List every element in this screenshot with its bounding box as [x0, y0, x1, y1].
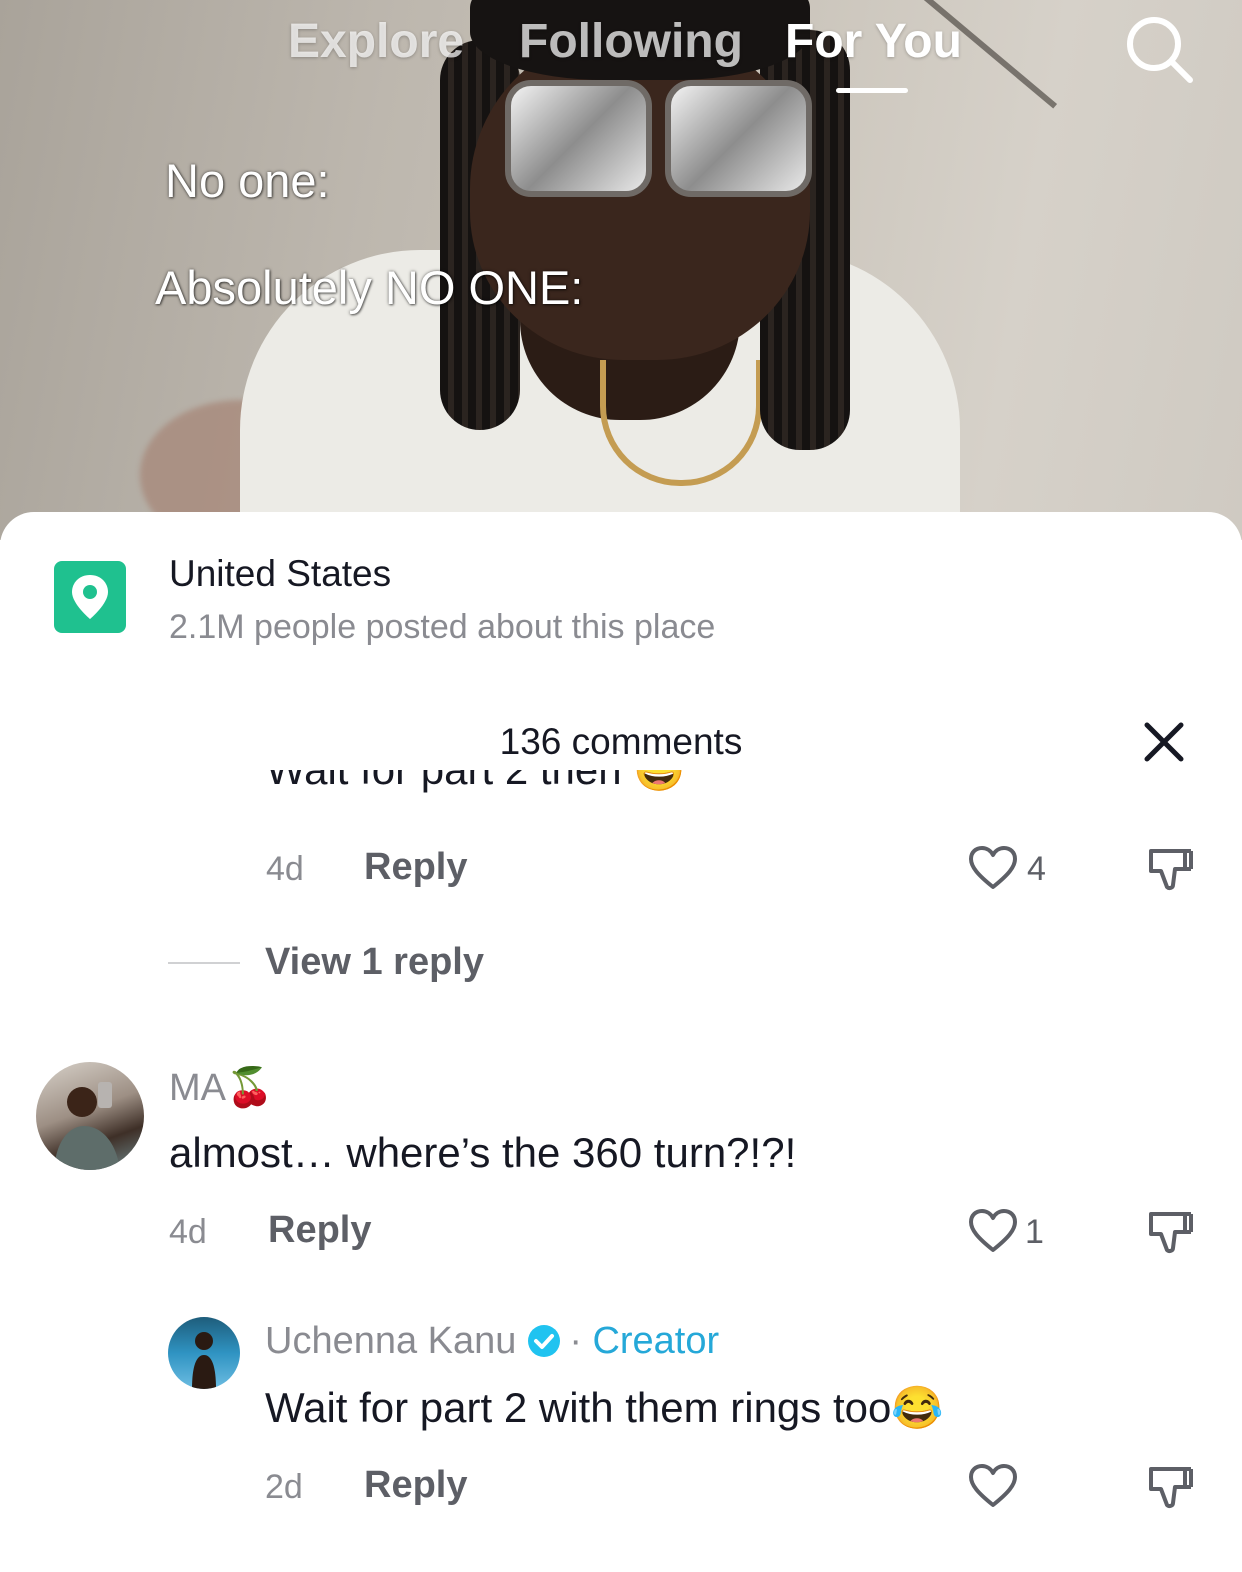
heart-icon[interactable]	[968, 1208, 1018, 1256]
comment-text: almost… where’s the 360 turn?!?!	[169, 1129, 797, 1176]
caption-line-1: No one:	[165, 154, 330, 207]
dislike-icon[interactable]	[1147, 845, 1195, 893]
cherry-emoji: 🍒	[226, 1067, 274, 1109]
like-count: 1	[1025, 1213, 1044, 1251]
close-icon[interactable]	[1143, 721, 1185, 763]
like-count: 4	[1027, 850, 1046, 888]
view-replies-button[interactable]: View 1 reply	[265, 941, 484, 984]
separator-dot: ·	[569, 1320, 582, 1362]
comment-time: 4d	[169, 1213, 207, 1251]
reply-username[interactable]: Uchenna Kanu	[265, 1320, 516, 1362]
dislike-icon[interactable]	[1147, 1208, 1195, 1256]
reply-button[interactable]: Reply	[364, 1464, 467, 1507]
comment-username[interactable]: MA🍒	[169, 1066, 273, 1110]
caption-line-2: Absolutely NO ONE:	[155, 261, 584, 314]
comment-time: 2d	[265, 1468, 303, 1506]
tab-explore[interactable]: Explore	[288, 14, 464, 69]
reply-button[interactable]: Reply	[268, 1209, 371, 1252]
avatar[interactable]	[36, 1062, 144, 1170]
top-nav: Explore Following For You	[0, 14, 1242, 84]
clipped-comment-text: Wait for part 2 then 😅	[266, 770, 766, 816]
comment-time: 4d	[266, 850, 304, 888]
reply-button[interactable]: Reply	[364, 846, 467, 889]
reply-text: Wait for part 2 with them rings too😂	[265, 1384, 944, 1431]
heart-icon[interactable]	[968, 845, 1018, 893]
location-subtitle: 2.1M people posted about this place	[169, 608, 716, 646]
location-title[interactable]: United States	[169, 553, 391, 595]
dislike-icon[interactable]	[1147, 1463, 1195, 1511]
laughing-emoji: 😂	[891, 1384, 944, 1431]
location-pin-icon[interactable]	[54, 561, 126, 633]
sunglasses	[505, 80, 812, 197]
heart-icon[interactable]	[968, 1463, 1018, 1511]
avatar[interactable]	[168, 1317, 240, 1389]
comments-count: 136 comments	[499, 721, 743, 762]
tab-following[interactable]: Following	[519, 14, 743, 69]
reply-header: Uchenna Kanu · Creator	[265, 1320, 719, 1363]
tab-for-you[interactable]: For You	[785, 14, 962, 69]
search-icon[interactable]	[1124, 14, 1194, 84]
active-tab-indicator	[836, 88, 908, 93]
divider-line	[168, 962, 240, 964]
verified-icon	[527, 1324, 561, 1358]
creator-badge: Creator	[592, 1320, 720, 1362]
